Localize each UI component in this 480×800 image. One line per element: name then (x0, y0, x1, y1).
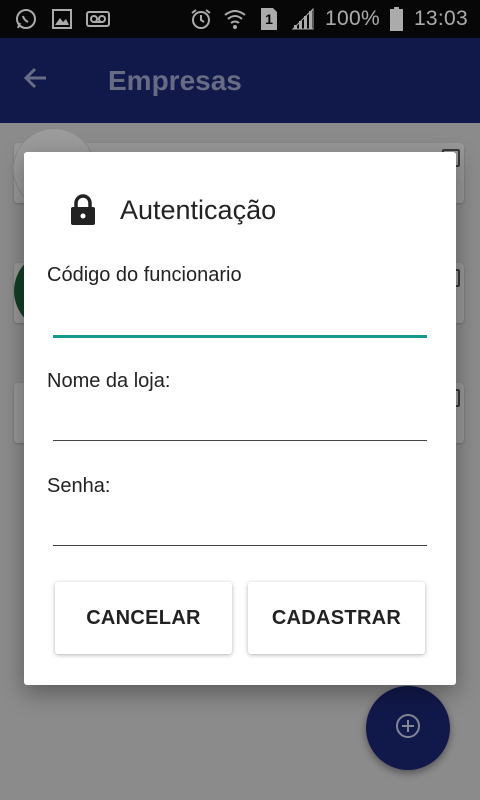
dialog-header: Autenticação (68, 192, 276, 228)
employee-code-field[interactable] (53, 297, 427, 335)
password-field[interactable] (53, 507, 427, 545)
password-label: Senha: (47, 475, 111, 497)
store-name-field[interactable] (53, 402, 427, 440)
auth-dialog: Autenticação Código do funcionario Nome … (24, 152, 456, 685)
employee-code-underline (53, 335, 427, 338)
password-underline (53, 545, 427, 546)
lock-icon (68, 192, 98, 228)
cancel-button[interactable]: CANCELAR (55, 582, 232, 654)
employee-code-label: Código do funcionario (47, 264, 242, 286)
dialog-title: Autenticação (120, 194, 277, 225)
store-name-underline (53, 440, 427, 441)
register-button[interactable]: CADASTRAR (248, 582, 425, 654)
store-name-label: Nome da loja: (47, 370, 171, 392)
